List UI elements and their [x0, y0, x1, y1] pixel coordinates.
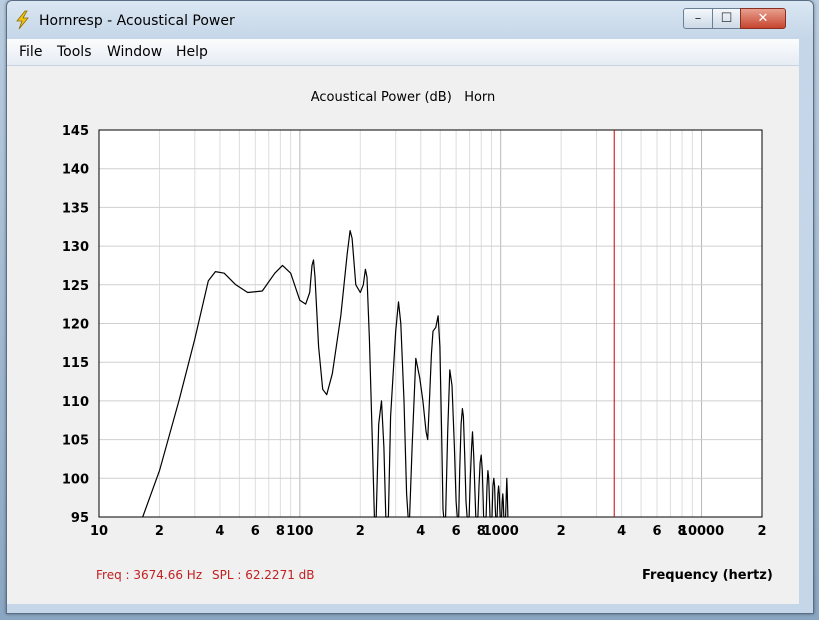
y-tick-label: 140 — [62, 163, 89, 178]
menu-bar: File Tools Window Help — [7, 39, 799, 66]
spl-readout: SPL : 62.2271 dB — [212, 568, 315, 582]
chart-area: Acoustical Power (dB) Horn 95 100 105 110 11… — [7, 66, 799, 604]
x-tick-label: 8 — [276, 524, 285, 539]
x-tick-label: 4 — [215, 524, 224, 539]
maximize-icon: ☐ — [720, 11, 733, 26]
y-tick-label: 130 — [62, 240, 89, 255]
window-title: Hornresp - Acoustical Power — [39, 13, 235, 29]
lightning-bolt-icon — [16, 10, 29, 30]
x-tick-label: 10000 — [679, 524, 724, 539]
y-tick-label: 105 — [62, 434, 89, 449]
x-tick-label: 6 — [452, 524, 461, 539]
close-icon: ✕ — [757, 11, 769, 26]
title-bar[interactable]: Hornresp - Acoustical Power – ☐ ✕ — [7, 1, 813, 39]
y-tick-label: 100 — [62, 472, 89, 487]
y-tick-label: 95 — [71, 511, 89, 526]
y-tick-label: 135 — [62, 201, 89, 216]
x-tick-label: 2 — [155, 524, 164, 539]
x-tick-label: 6 — [652, 524, 661, 539]
y-tick-label: 110 — [62, 395, 89, 410]
x-tick-label: 2 — [557, 524, 566, 539]
menu-tools[interactable]: Tools — [57, 44, 92, 60]
acoustical-power-chart[interactable]: 9510010511011512012513013514014510 2 4 6 8 10… — [7, 66, 799, 604]
close-button[interactable]: ✕ — [740, 8, 786, 29]
menu-help[interactable]: Help — [176, 44, 208, 60]
y-tick-label: 125 — [62, 279, 89, 294]
y-tick-label: 115 — [62, 356, 89, 371]
x-tick-label: 2 — [757, 524, 766, 539]
x-tick-label: 1000 — [483, 524, 519, 539]
minimize-icon: – — [694, 11, 702, 26]
x-tick-label: 100 — [286, 524, 313, 539]
menu-window[interactable]: Window — [107, 44, 162, 60]
x-tick-label: 10 — [90, 524, 108, 539]
x-tick-label: 4 — [416, 524, 425, 539]
x-tick-label: 2 — [356, 524, 365, 539]
y-tick-label: 145 — [62, 124, 89, 139]
frequency-readout: Freq : 3674.66 Hz — [96, 568, 203, 582]
maximize-button[interactable]: ☐ — [712, 8, 741, 29]
x-tick-label: 6 — [251, 524, 260, 539]
x-axis-label: Frequency (hertz) — [642, 568, 773, 583]
minimize-button[interactable]: – — [683, 8, 713, 29]
menu-file[interactable]: File — [19, 44, 42, 60]
y-tick-label: 120 — [62, 318, 89, 333]
x-tick-label: 4 — [617, 524, 626, 539]
